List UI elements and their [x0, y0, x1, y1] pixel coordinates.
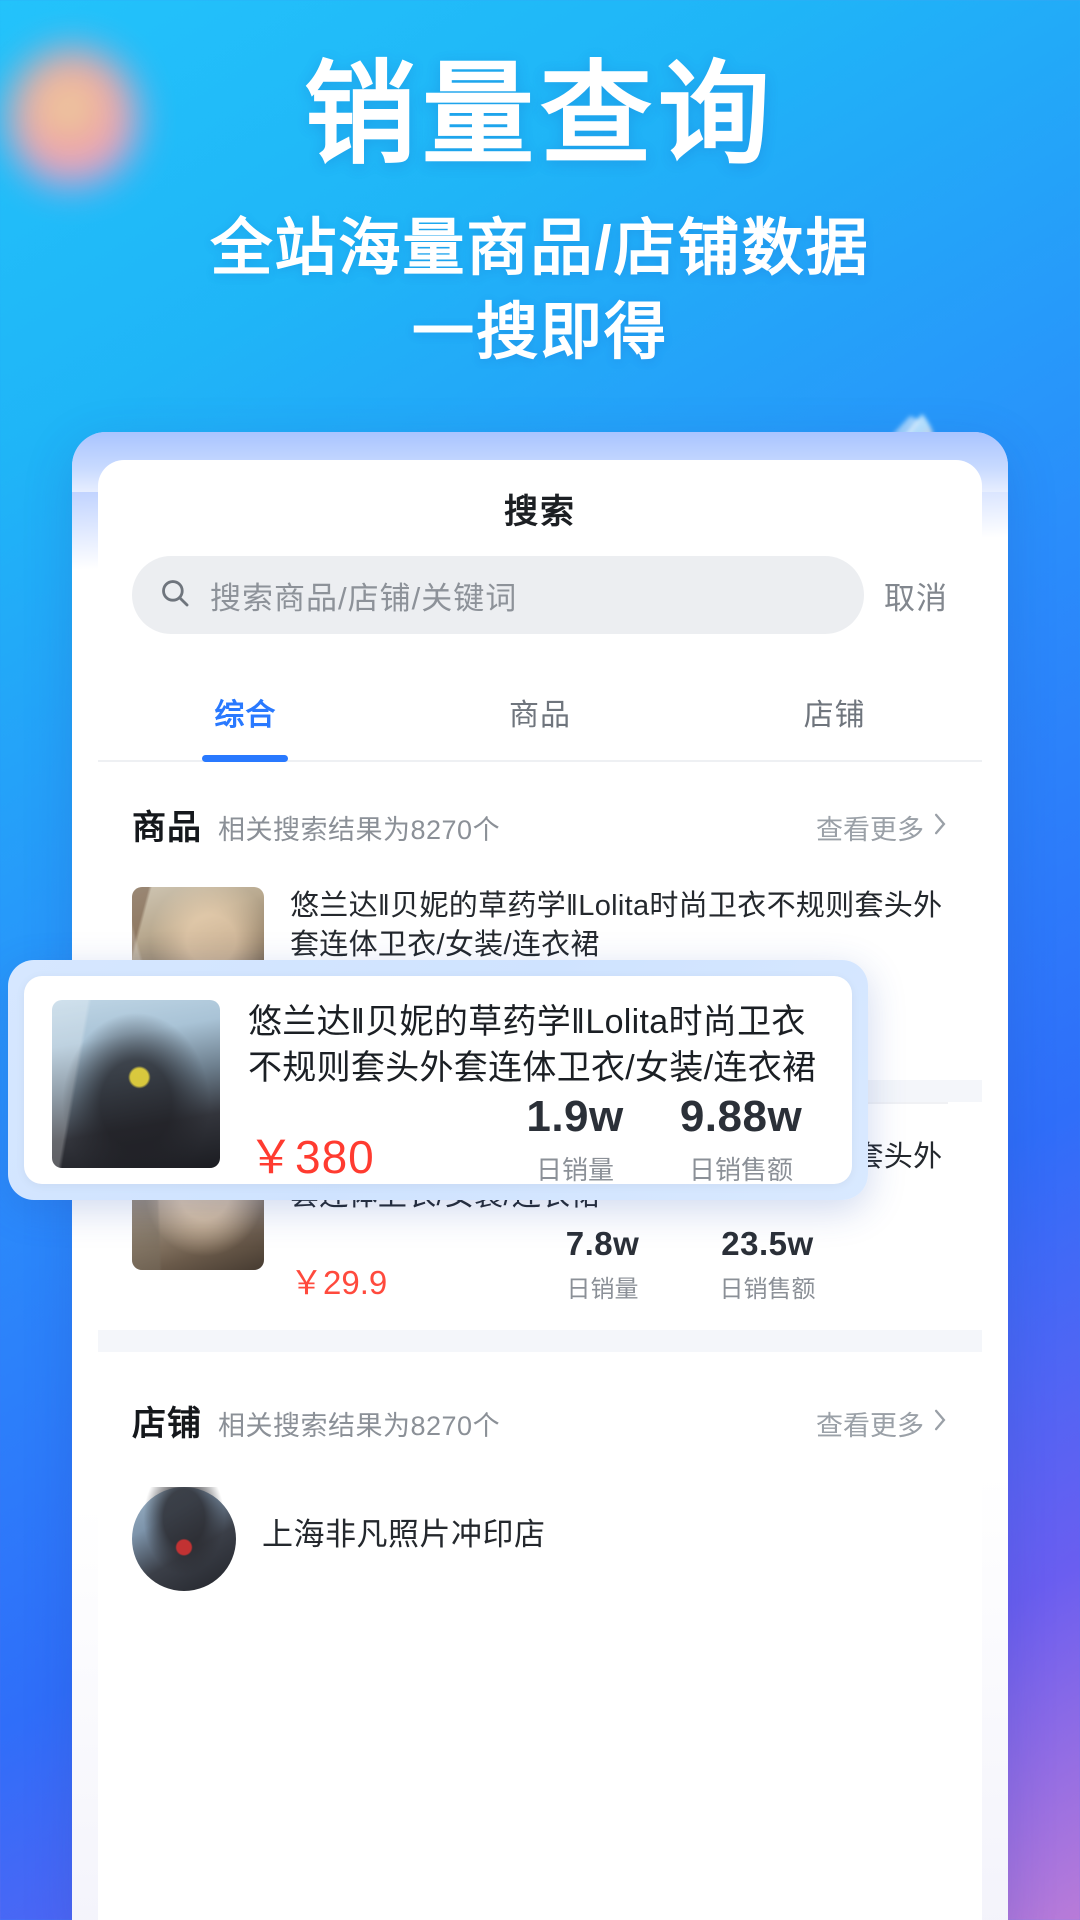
shop-view-more-button[interactable]: 查看更多 [816, 1404, 948, 1443]
product-section-header: 商品 相关搜索结果为8270个 查看更多 [98, 762, 982, 873]
shop-name: 上海非凡照片冲印店 [262, 1517, 546, 1553]
highlighted-stat-label: 日销量 [536, 1154, 615, 1185]
highlighted-stat-label: 日销售额 [689, 1154, 794, 1185]
product-stats: ￥29.9 7.8w 日销量 23.5w 日销售额 [290, 1225, 948, 1304]
product-stat-value: 7.8w [565, 1225, 640, 1263]
hero-banner: 销量查询 全站海量商品/店铺数据 一搜即得 [0, 52, 1080, 374]
shop-section-title: 店铺 [132, 1405, 202, 1444]
highlighted-product-stats: ￥380 1.9w 日销量 9.88w 日销售额 [248, 1092, 824, 1187]
shop-view-more-label: 查看更多 [816, 1411, 924, 1442]
hero-subtitle-line-2: 一搜即得 [411, 297, 668, 367]
search-icon [158, 576, 192, 615]
page-title: 销量查询 [304, 52, 776, 177]
tab-products[interactable]: 商品 [393, 668, 688, 760]
highlighted-stat-daily-sales: 1.9w 日销量 [492, 1092, 658, 1187]
section-gap-bar [98, 1330, 982, 1353]
highlighted-product-title: 悠兰达‖贝妮的草药学‖Lolita时尚卫衣不规则套头外套连体卫衣/女装/连衣裙 [248, 1003, 817, 1087]
search-placeholder: 搜索商品/店铺/关键词 [210, 580, 518, 616]
highlighted-stat-value: 9.88w [679, 1091, 803, 1141]
product-view-more-button[interactable]: 查看更多 [816, 808, 948, 847]
shop-list-item[interactable]: 上海非凡照片冲印店 [98, 1469, 982, 1592]
product-stat-label: 日销售额 [719, 1276, 816, 1304]
highlighted-product-thumbnail [52, 1000, 220, 1168]
product-view-more-label: 查看更多 [816, 815, 924, 845]
tab-shops[interactable]: 店铺 [687, 668, 982, 760]
cancel-button[interactable]: 取消 [884, 573, 948, 618]
highlighted-stat-value: 1.9w [526, 1091, 624, 1141]
chevron-right-icon [932, 811, 948, 844]
screen-title: 搜索 [504, 492, 576, 531]
shop-avatar [132, 1487, 236, 1592]
search-row: 搜索商品/店铺/关键词 取消 [98, 556, 982, 634]
highlighted-product-card[interactable]: 悠兰达‖贝妮的草药学‖Lolita时尚卫衣不规则套头外套连体卫衣/女装/连衣裙 … [24, 976, 852, 1187]
search-input[interactable]: 搜索商品/店铺/关键词 [132, 556, 864, 634]
hero-subtitle-line-1: 全站海量商品/店铺数据 [210, 214, 870, 284]
product-result-count: 相关搜索结果为8270个 [218, 815, 501, 845]
product-title: 悠兰达‖贝妮的草药学‖Lolita时尚卫衣不规则套头外套连体卫衣/女装/连衣裙 [290, 890, 943, 961]
chevron-right-icon [932, 1407, 948, 1440]
product-price: ￥29.9 [290, 1264, 388, 1302]
product-stat-value: 23.5w [721, 1225, 814, 1263]
product-stat-label: 日销量 [566, 1276, 639, 1304]
product-section-title: 商品 [132, 809, 202, 847]
product-stat-daily-sales: 7.8w 日销量 [520, 1225, 685, 1304]
tab-bar: 综合 商品 店铺 [98, 668, 982, 762]
product-stat-daily-revenue: 23.5w 日销售额 [685, 1225, 850, 1304]
highlighted-stat-daily-revenue: 9.88w 日销售额 [658, 1092, 824, 1187]
highlighted-product-price: ￥380 [248, 1130, 375, 1183]
highlighted-product-callout: 悠兰达‖贝妮的草药学‖Lolita时尚卫衣不规则套头外套连体卫衣/女装/连衣裙 … [8, 960, 868, 1200]
tab-comprehensive[interactable]: 综合 [98, 668, 393, 760]
shop-result-count: 相关搜索结果为8270个 [218, 1411, 501, 1442]
shop-section-header: 店铺 相关搜索结果为8270个 查看更多 [98, 1352, 982, 1469]
